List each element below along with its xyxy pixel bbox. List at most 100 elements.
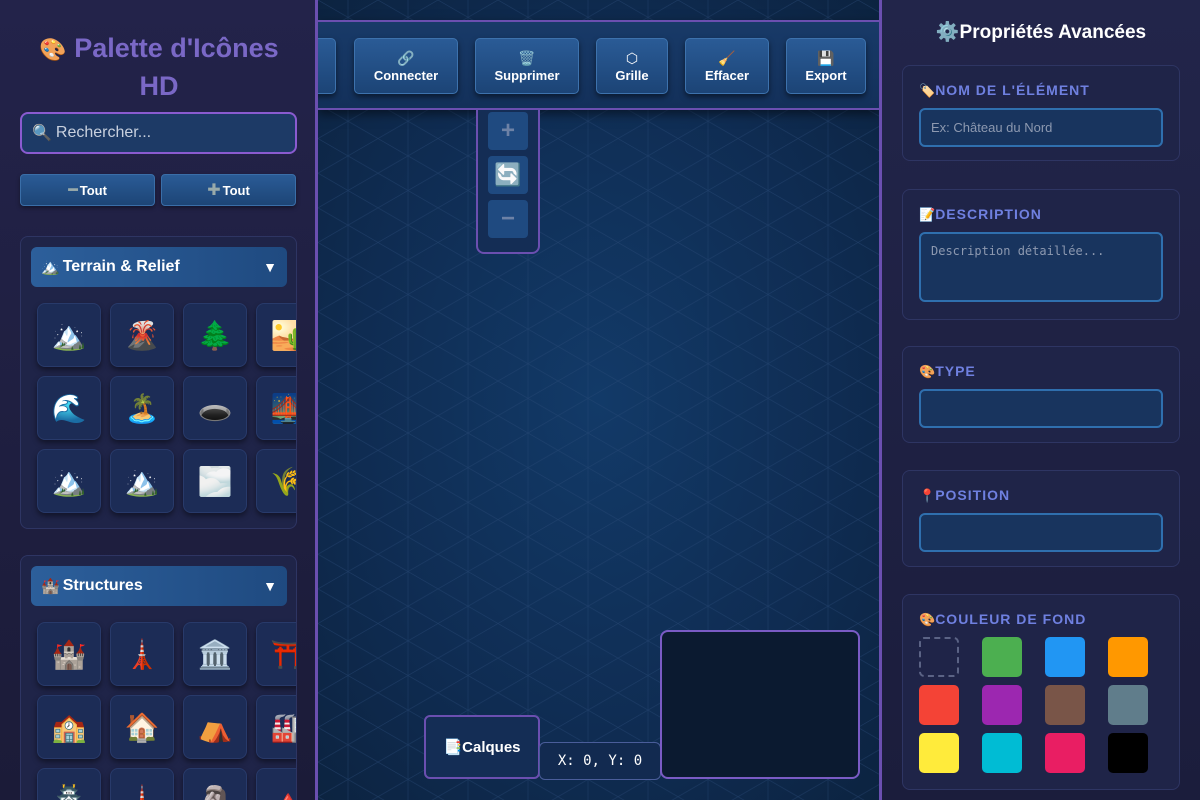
floppy-disk-icon: 💾: [817, 49, 835, 66]
color-swatch[interactable]: [982, 685, 1022, 725]
minimap[interactable]: [660, 630, 860, 779]
color-swatch[interactable]: [1045, 637, 1085, 677]
toolbar-hidden-button[interactable]: [318, 38, 336, 94]
palette-title-text: Palette d'Icônes HD: [74, 33, 279, 101]
background-color-label: 🎨COULEUR DE FOND: [919, 611, 1087, 627]
castle-icon: 🏰: [51, 638, 87, 670]
grid-label: Grille: [615, 67, 649, 83]
color-swatch[interactable]: [1045, 733, 1085, 773]
color-swatch[interactable]: [919, 733, 959, 773]
palette-tile[interactable]: 🌾: [256, 449, 296, 513]
collapse-all-button[interactable]: ━ Tout: [20, 174, 155, 206]
layers-button[interactable]: 📑 Calques: [424, 715, 540, 779]
palette-tile[interactable]: 🏭: [256, 695, 296, 759]
color-swatch[interactable]: [1108, 733, 1148, 773]
search-input[interactable]: [55, 124, 276, 142]
wave-icon: 🌊: [51, 392, 87, 424]
section-title: Terrain & Relief: [62, 258, 180, 275]
search-icon: 🔍: [32, 125, 52, 142]
chevron-down-icon: ▼: [263, 578, 277, 594]
clear-label: Effacer: [704, 67, 750, 83]
section-header-structures[interactable]: 🏰 Structures ▼: [31, 566, 287, 606]
coordinates-display: X: 0, Y: 0: [539, 742, 661, 780]
export-button[interactable]: 💾 Export: [786, 38, 866, 94]
plus-icon: ✚: [207, 182, 221, 199]
clear-button[interactable]: 🧹 Effacer: [685, 38, 769, 94]
palette-tile[interactable]: 🗼: [110, 768, 174, 800]
temple-icon: 🏛️: [197, 638, 233, 670]
color-swatch[interactable]: [919, 685, 959, 725]
hexagon-icon: ⬡: [625, 49, 639, 66]
color-swatch-grid: [919, 637, 1148, 773]
position-input[interactable]: [919, 513, 1163, 552]
house-icon: 🏠: [124, 711, 160, 743]
type-card: 🎨TYPE: [902, 346, 1180, 443]
search-box[interactable]: 🔍: [20, 112, 297, 154]
palette-tile[interactable]: 🌉: [256, 376, 296, 440]
expand-all-button[interactable]: ✚ Tout: [161, 174, 296, 206]
palette-tile[interactable]: 🏰: [37, 622, 101, 686]
volcano-icon: 🌋: [124, 319, 160, 351]
color-swatch[interactable]: [1108, 685, 1148, 725]
zoom-out-button[interactable]: −: [488, 200, 528, 238]
palette-tile[interactable]: 🌊: [37, 376, 101, 440]
chevron-down-icon: ▼: [263, 259, 277, 275]
color-swatch[interactable]: [1045, 685, 1085, 725]
background-color-card: 🎨COULEUR DE FOND: [902, 594, 1180, 790]
pine-tree-icon: 🌲: [197, 319, 233, 351]
delete-button[interactable]: 🗑️ Supprimer: [475, 38, 579, 94]
palette-tile[interactable]: 🌋: [110, 303, 174, 367]
tower-icon: 🗼: [124, 784, 160, 800]
palette-tile[interactable]: 🏫: [37, 695, 101, 759]
toolbar: 🔗 Connecter 🗑️ Supprimer ⬡ Grille 🧹 Effa…: [318, 20, 879, 110]
layers-icon: 📑: [443, 739, 463, 756]
desert-icon: 🏜️: [271, 319, 296, 352]
pyramid-icon: 🔺: [271, 784, 296, 800]
palette-tile[interactable]: 🏠: [110, 695, 174, 759]
grid-button[interactable]: ⬡ Grille: [596, 38, 668, 94]
palette-icon: 🎨: [39, 37, 67, 62]
palette-tile[interactable]: 🏔️: [110, 449, 174, 513]
school-icon: 🏫: [51, 711, 87, 743]
palette-tile[interactable]: 🏜️: [256, 303, 296, 367]
name-card: 🏷️NOM DE L'ÉLÉMENT: [902, 65, 1180, 161]
palette-tile[interactable]: 🏝️: [110, 376, 174, 440]
palette-tile[interactable]: 🏔️: [37, 303, 101, 367]
connect-button[interactable]: 🔗 Connecter: [354, 38, 458, 94]
japanese-castle-icon: 🏯: [51, 784, 87, 800]
palette-tile[interactable]: ⛺: [183, 695, 247, 759]
trash-icon: 🗑️: [518, 49, 536, 66]
palette-tile[interactable]: ⛩️: [256, 622, 296, 686]
expand-all-label: Tout: [222, 182, 250, 198]
reset-view-icon[interactable]: 🔄: [488, 156, 528, 194]
palette-tile[interactable]: 🕳️: [183, 376, 247, 440]
element-name-input[interactable]: [919, 108, 1163, 147]
palette-icon: 🎨: [919, 612, 936, 627]
color-swatch[interactable]: [1108, 637, 1148, 677]
section-title: Structures: [62, 577, 143, 594]
description-textarea[interactable]: [919, 232, 1163, 302]
section-header-terrain[interactable]: 🏔️ Terrain & Relief ▼: [31, 247, 287, 287]
zoom-in-button[interactable]: +: [488, 112, 528, 150]
palette-tile[interactable]: 🗿: [183, 768, 247, 800]
type-input[interactable]: [919, 389, 1163, 428]
bridge-icon: 🌉: [271, 392, 296, 425]
map-canvas[interactable]: 🔗 Connecter 🗑️ Supprimer ⬡ Grille 🧹 Effa…: [318, 0, 882, 800]
position-label: 📍POSITION: [919, 487, 1011, 503]
tower-icon: 🗼: [124, 638, 160, 670]
palette-tile[interactable]: 🌫️: [183, 449, 247, 513]
palette-tile[interactable]: 🗼: [110, 622, 174, 686]
color-swatch[interactable]: [919, 637, 959, 677]
delete-label: Supprimer: [494, 67, 560, 83]
palette-tile[interactable]: 🏔️: [37, 449, 101, 513]
palette-tile[interactable]: 🔺: [256, 768, 296, 800]
description-label: 📝DESCRIPTION: [919, 206, 1042, 222]
color-swatch[interactable]: [982, 637, 1022, 677]
palette-tile[interactable]: 🏯: [37, 768, 101, 800]
wheat-icon: 🌾: [271, 465, 296, 498]
palette-tile[interactable]: 🌲: [183, 303, 247, 367]
palette-tile[interactable]: 🏛️: [183, 622, 247, 686]
color-swatch[interactable]: [982, 733, 1022, 773]
torii-gate-icon: ⛩️: [271, 638, 296, 671]
export-label: Export: [805, 67, 847, 83]
